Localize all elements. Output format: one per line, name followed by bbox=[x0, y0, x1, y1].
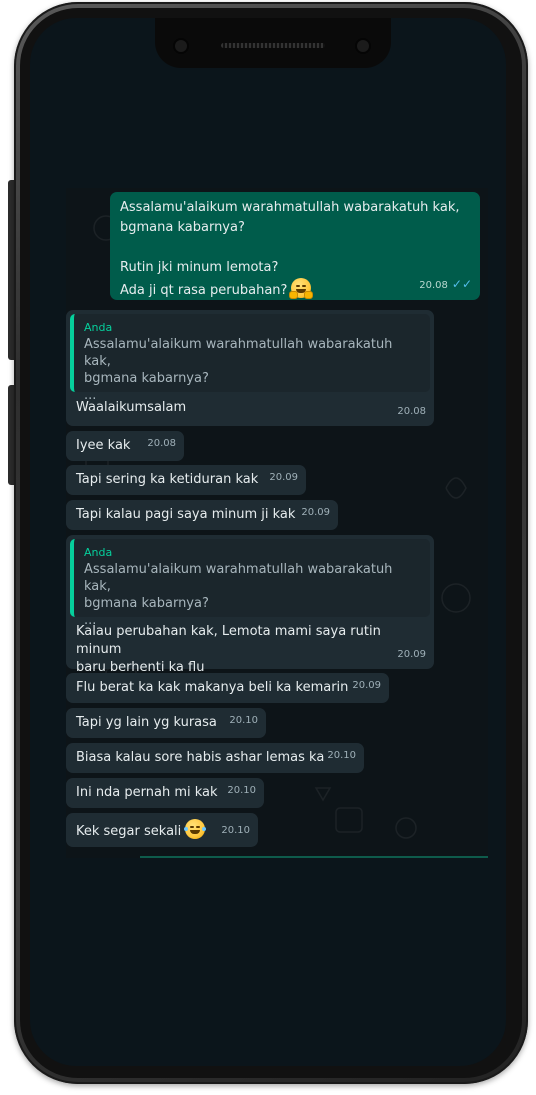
message-time: 20.09 bbox=[301, 507, 330, 518]
chat-conversation[interactable]: Assalamu'alaikum warahmatullah wabarakat… bbox=[66, 188, 488, 858]
incoming-message-bubble[interactable]: Anda Assalamu'alaikum warahmatullah waba… bbox=[66, 535, 434, 675]
incoming-message-bubble[interactable]: Ini nda pernah mi kak 20.10 bbox=[66, 778, 264, 808]
message-time: 20.08 bbox=[419, 280, 448, 291]
incoming-message-bubble[interactable]: Flu berat ka kak makanya beli ka kemarin… bbox=[66, 673, 389, 703]
message-time: 20.08 bbox=[397, 406, 426, 417]
incoming-message-bubble[interactable]: Tapi sering ka ketiduran kak 20.09 bbox=[66, 465, 306, 495]
message-text: Assalamu'alaikum warahmatullah wabarakat… bbox=[120, 200, 460, 298]
incoming-message-bubble[interactable]: Tapi yg lain yg kurasa 20.10 bbox=[66, 708, 266, 738]
incoming-message-bubble[interactable]: Anda Assalamu'alaikum warahmatullah waba… bbox=[66, 310, 434, 426]
message-time: 20.09 bbox=[269, 472, 298, 483]
message-text: Tapi sering ka ketiduran kak bbox=[76, 472, 259, 487]
message-time: 20.10 bbox=[227, 785, 256, 796]
message-text: Waalaikumsalam bbox=[76, 400, 187, 415]
sensor-icon bbox=[357, 40, 369, 52]
incoming-message-bubble[interactable]: Biasa kalau sore habis ashar lemas ka 20… bbox=[66, 743, 364, 773]
message-text: Flu berat ka kak makanya beli ka kemarin bbox=[76, 680, 349, 695]
incoming-message-bubble[interactable]: Tapi kalau pagi saya minum ji kak 20.09 bbox=[66, 500, 338, 530]
earpiece-speaker bbox=[221, 43, 325, 48]
message-time: 20.10 bbox=[327, 750, 356, 761]
message-text: Iyee kak bbox=[76, 438, 131, 453]
quoted-author: Anda bbox=[84, 321, 113, 334]
message-text: Tapi yg lain yg kurasa bbox=[76, 715, 217, 730]
quoted-message[interactable]: Anda Assalamu'alaikum warahmatullah waba… bbox=[70, 539, 430, 628]
message-time: 20.09 bbox=[352, 680, 381, 691]
message-time: 20.09 bbox=[397, 649, 426, 660]
double-check-icon: ✓✓ bbox=[451, 277, 472, 291]
incoming-message-bubble[interactable]: Kek segar sekali 20.10 bbox=[66, 813, 258, 847]
message-text: Kalau perubahan kak, Lemota mami saya ru… bbox=[76, 624, 381, 675]
message-time: 20.10 bbox=[221, 825, 250, 836]
incoming-message-bubble[interactable]: Iyee kak 20.08 bbox=[66, 431, 184, 461]
quoted-message[interactable]: Anda Assalamu'alaikum warahmatullah waba… bbox=[70, 314, 430, 403]
message-text: Biasa kalau sore habis ashar lemas ka bbox=[76, 750, 325, 765]
message-meta: 20.08 ✓✓ bbox=[419, 274, 472, 296]
phone-notch bbox=[155, 18, 391, 68]
message-text: Tapi kalau pagi saya minum ji kak bbox=[76, 507, 296, 522]
message-time: 20.10 bbox=[229, 715, 258, 726]
chat-bottom-divider bbox=[140, 856, 488, 858]
message-text: Ini nda pernah mi kak bbox=[76, 785, 218, 800]
quoted-author: Anda bbox=[84, 546, 113, 559]
outgoing-message-bubble[interactable]: Assalamu'alaikum warahmatullah wabarakat… bbox=[110, 192, 480, 300]
face-with-tears-of-joy-emoji-icon bbox=[184, 819, 207, 839]
message-text: Kek segar sekali bbox=[76, 824, 182, 839]
hugging-face-emoji-icon bbox=[289, 278, 314, 299]
message-time: 20.08 bbox=[147, 438, 176, 449]
front-camera-icon bbox=[175, 40, 187, 52]
